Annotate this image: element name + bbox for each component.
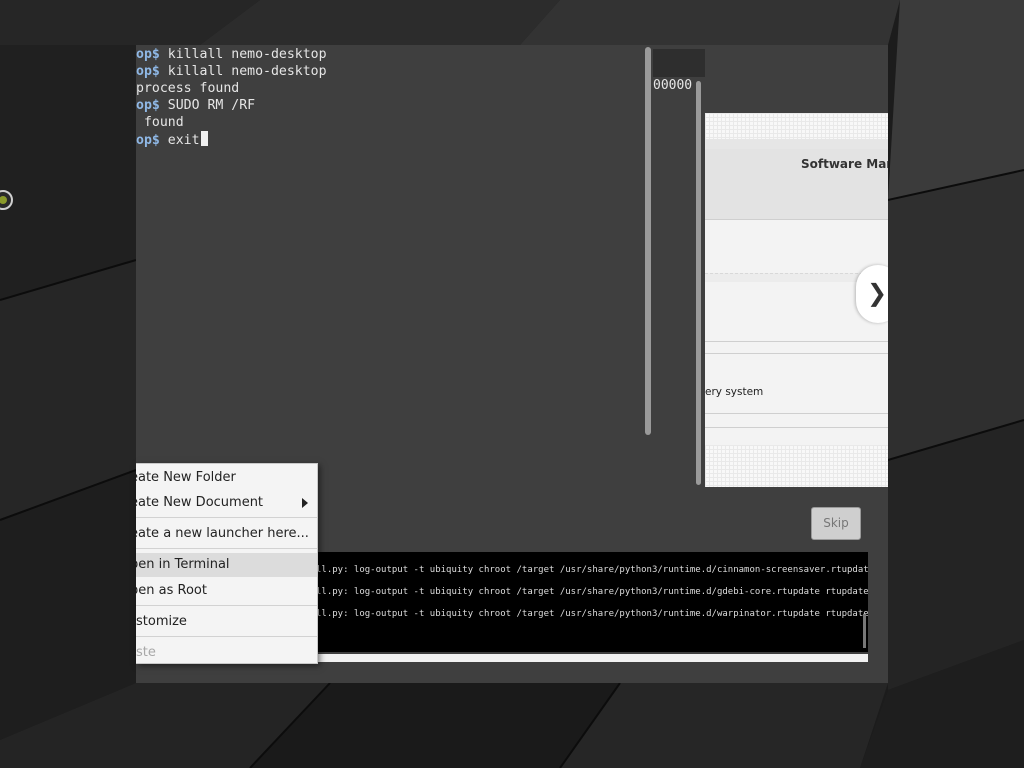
slide-next-button[interactable]: ❯ xyxy=(856,265,888,323)
terminal-scrollbar[interactable] xyxy=(645,47,651,435)
slide-title: Software Man xyxy=(801,157,888,171)
menu-separator xyxy=(136,636,317,637)
terminal-line: op$ SUDO RM /RF xyxy=(136,97,648,114)
terminal-prompt: op$ xyxy=(136,47,160,62)
terminal-line: op$ killall nemo-desktop xyxy=(136,46,648,63)
log-line: ll.py: log-output -t ubiquity chroot /ta… xyxy=(316,587,868,597)
menu-item-open-as-root[interactable]: pen as Root xyxy=(136,579,317,603)
terminal-command: killall nemo-desktop xyxy=(159,64,327,79)
menu-item-open-terminal[interactable]: pen in Terminal xyxy=(136,553,317,577)
installer-counter: 00000 xyxy=(653,78,693,93)
menu-item-create-document[interactable]: eate New Document xyxy=(136,491,317,515)
menu-item-customize[interactable]: stomize xyxy=(136,610,317,634)
log-line: ll.py: log-output -t ubiquity chroot /ta… xyxy=(316,565,868,575)
menu-separator xyxy=(136,605,317,606)
terminal-prompt: op$ xyxy=(136,133,160,148)
terminal-command: exit xyxy=(159,133,200,148)
desktop-context-menu: eate New Folder eate New Document eate a… xyxy=(136,463,318,664)
chevron-right-icon: ❯ xyxy=(867,279,888,307)
terminal-command: SUDO RM /RF xyxy=(159,98,256,113)
log-line: ll.py: log-output -t ubiquity chroot /ta… xyxy=(316,609,868,619)
menu-item-create-launcher[interactable]: eate a new launcher here... xyxy=(136,522,317,546)
installer-tab xyxy=(653,49,705,77)
terminal-output-text: found xyxy=(136,115,184,130)
terminal-output[interactable]: op$ killall nemo-desktop op$ killall nem… xyxy=(136,45,648,446)
log-scrollbar[interactable] xyxy=(863,614,866,648)
terminal-line: process found xyxy=(136,80,648,97)
installer-scrollbar[interactable] xyxy=(696,81,701,485)
terminal-prompt: op$ xyxy=(136,64,160,79)
terminal-command: killall nemo-desktop xyxy=(159,47,327,62)
terminal-cursor xyxy=(200,131,208,146)
skip-button[interactable]: Skip xyxy=(811,507,861,540)
menu-item-paste: ste xyxy=(136,645,156,660)
menu-item-create-folder[interactable]: eate New Folder xyxy=(136,466,317,490)
terminal-line: found xyxy=(136,114,648,131)
terminal-line: op$ exit xyxy=(136,131,648,148)
terminal-line: op$ killall nemo-desktop xyxy=(136,63,648,80)
installer-slideshow: Software Man ery system ❯ xyxy=(705,113,888,487)
menu-separator xyxy=(136,548,317,549)
submenu-arrow-icon xyxy=(302,498,308,508)
menu-separator xyxy=(136,517,317,518)
slide-text: ery system xyxy=(705,386,764,398)
terminal-output-text: process found xyxy=(136,81,240,96)
terminal-prompt: op$ xyxy=(136,98,160,113)
